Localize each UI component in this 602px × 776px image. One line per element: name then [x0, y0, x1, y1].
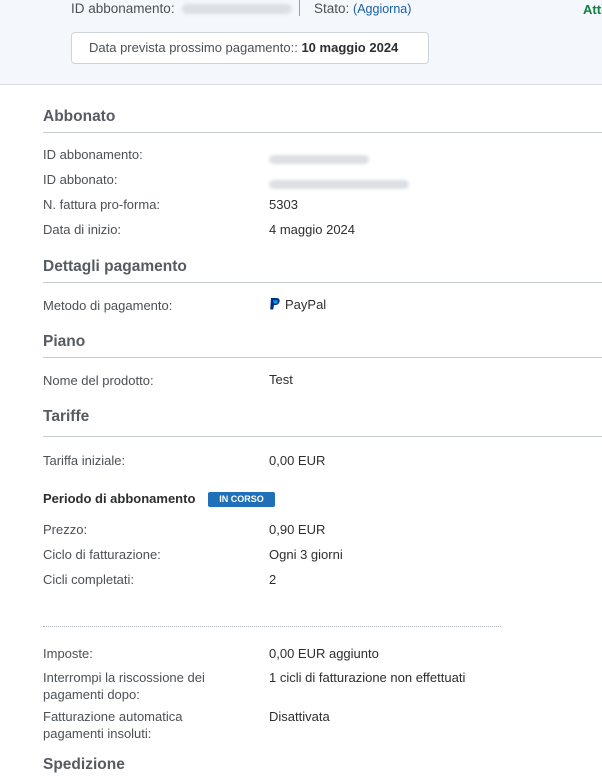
- subscription-id-label: ID abbonamento:: [43, 147, 143, 162]
- subscriber-id-label: ID abbonato:: [43, 172, 118, 187]
- start-date-label: Data di inizio:: [43, 222, 122, 237]
- auto-billing-label-line-2: pagamenti insoluti:: [43, 726, 152, 741]
- auto-billing-value: Disattivata: [269, 709, 330, 724]
- initial-rate-value: 0,00 EUR: [269, 453, 326, 468]
- subscriber-id-value: [269, 175, 409, 192]
- completed-cycles-value: 2: [269, 572, 277, 587]
- stop-collection-label-line-2: pagamenti dopo:: [43, 687, 140, 702]
- initial-rate-label: Tariffa iniziale:: [43, 453, 126, 468]
- billing-cycle-value: Ogni 3 giorni: [269, 547, 343, 562]
- product-name-label: Nome del prodotto:: [43, 373, 154, 388]
- completed-cycles-label: Cicli completati:: [43, 572, 135, 587]
- tax-value: 0,00 EUR aggiunto: [269, 646, 379, 661]
- auto-billing-label-line-1: Fatturazione automatica: [43, 709, 183, 724]
- subscription-id-value: [269, 150, 369, 167]
- dotted-divider: [43, 626, 501, 627]
- redacted-subscription-id: [182, 4, 293, 15]
- auto-billing-label: Fatturazione automatica pagamenti insolu…: [43, 708, 182, 742]
- subscription-period-title: Periodo di abbonamento: [43, 491, 196, 506]
- billing-cycle-label: Ciclo di fatturazione:: [43, 547, 161, 562]
- invoice-number-value: 5303: [269, 197, 298, 212]
- paypal-icon: [270, 298, 280, 310]
- payment-method-text: PayPal: [285, 297, 327, 312]
- status-badge: IN CORSO: [208, 492, 275, 507]
- section-title-payment: Dettagli pagamento: [43, 258, 187, 275]
- payment-method-label: Metodo di pagamento:: [43, 298, 173, 313]
- price-value: 0,90 EUR: [269, 522, 326, 537]
- next-payment-value: 10 maggio 2024: [301, 40, 399, 55]
- invoice-number-label: N. fattura pro-forma:: [43, 197, 161, 212]
- section-divider: [43, 132, 602, 133]
- refresh-status-link[interactable]: (Aggiorna): [353, 2, 411, 16]
- section-title-abbonato: Abbonato: [43, 108, 116, 125]
- product-name-value: Test: [269, 372, 293, 387]
- price-label: Prezzo:: [43, 522, 88, 537]
- section-divider: [43, 357, 602, 358]
- section-divider: [43, 436, 602, 437]
- next-payment-box: Data prevista prossimo pagamento:: 10 ma…: [71, 32, 429, 64]
- stop-collection-value: 1 cicli di fatturazione non effettuati: [269, 670, 466, 685]
- section-divider: [43, 282, 602, 283]
- header-id-label: ID abbonamento:: [71, 1, 175, 16]
- header-subscription-id: ID abbonamento:: [71, 1, 293, 16]
- start-date-value: 4 maggio 2024: [269, 222, 356, 237]
- status-value: Attivo: [583, 2, 602, 17]
- section-title-shipping: Spedizione: [43, 756, 125, 773]
- tax-label: Imposte:: [43, 646, 93, 661]
- section-title-rates: Tariffe: [43, 408, 90, 425]
- status-label: Stato:: [314, 1, 350, 16]
- next-payment-label: Data prevista prossimo pagamento::: [89, 40, 298, 55]
- payment-method-value: PayPal: [269, 296, 326, 313]
- stop-collection-label: Interrompi la riscossione dei pagamenti …: [43, 669, 205, 703]
- subscription-header: ID abbonamento: Stato: Attivo (Aggiorna)…: [0, 0, 602, 85]
- stop-collection-label-line-1: Interrompi la riscossione dei: [43, 670, 205, 685]
- header-status: Stato: Attivo (Aggiorna): [314, 1, 602, 17]
- section-title-plan: Piano: [43, 333, 86, 350]
- header-divider: [299, 0, 300, 16]
